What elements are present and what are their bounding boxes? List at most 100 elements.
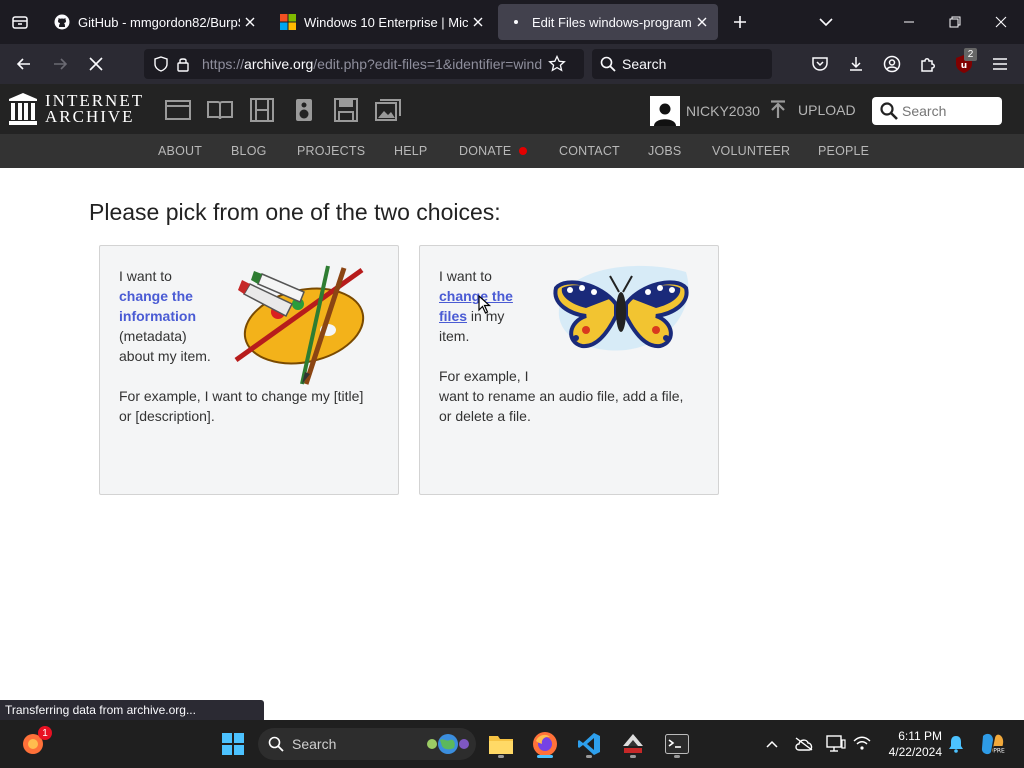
nav-donate[interactable]: DONATE (459, 144, 528, 158)
close-window-button[interactable] (978, 0, 1024, 44)
nav-contact[interactable]: CONTACT (559, 144, 620, 158)
search-placeholder: Search (622, 56, 667, 72)
shield-icon[interactable] (150, 53, 172, 75)
firefox-icon (533, 732, 557, 756)
tab-microsoft[interactable]: Windows 10 Enterprise | Microsoft (270, 4, 494, 40)
change-files-link[interactable]: change the (439, 288, 513, 304)
logo-text: INTERNET ARCHIVE (45, 92, 144, 125)
choice-card-files[interactable]: I want to change the files in my item. F… (419, 245, 719, 495)
monitor-icon (826, 735, 846, 752)
clock-time: 6:11 PM (898, 729, 942, 743)
copilot-button[interactable]: PRE (978, 732, 1006, 756)
lock-icon[interactable] (172, 53, 194, 75)
address-bar[interactable]: https://archive.org/edit.php?edit-files=… (144, 49, 584, 79)
audio-speaker-icon[interactable] (291, 98, 317, 122)
images-picture-icon[interactable] (375, 98, 401, 122)
display-tray-icon[interactable] (824, 732, 848, 756)
nav-people[interactable]: PEOPLE (818, 144, 869, 158)
forward-button[interactable] (46, 50, 74, 78)
system-clock[interactable]: 6:11 PM 4/22/2024 (880, 728, 942, 760)
ublock-extension-button[interactable]: u 2 (950, 48, 978, 78)
show-hidden-icons-button[interactable] (760, 732, 784, 756)
back-button[interactable] (10, 50, 38, 78)
tabs-list-icon (12, 16, 28, 29)
extensions-button[interactable] (914, 50, 942, 78)
restore-button[interactable] (932, 0, 978, 44)
new-tab-button[interactable] (726, 10, 754, 34)
choice2-example3: or delete a file. (439, 408, 531, 424)
upload-button[interactable]: UPLOAD (768, 100, 856, 120)
nav-jobs[interactable]: JOBS (648, 144, 681, 158)
app-menu-button[interactable] (986, 50, 1014, 78)
nav-help[interactable]: HELP (394, 144, 427, 158)
plus-icon (734, 16, 746, 28)
tab-title: GitHub - mmgordon82/BurpSuite (78, 14, 240, 30)
search-icon (600, 56, 616, 72)
web-icon[interactable] (165, 98, 191, 122)
tab-github[interactable]: GitHub - mmgordon82/BurpSuite (44, 4, 266, 40)
user-menu[interactable]: NICKY2030 (650, 96, 760, 126)
taskbar-search[interactable]: Search (258, 728, 476, 760)
list-all-tabs-button[interactable] (812, 10, 840, 34)
close-tab-icon[interactable] (240, 12, 260, 32)
change-files-link-cont[interactable]: files (439, 308, 467, 324)
downloads-button[interactable] (842, 50, 870, 78)
stop-loading-button[interactable] (82, 50, 110, 78)
butterfly-icon (553, 265, 689, 351)
nav-projects[interactable]: PROJECTS (297, 144, 365, 158)
texts-book-icon[interactable] (207, 98, 233, 122)
close-tab-icon[interactable] (468, 12, 488, 32)
pocket-icon (812, 57, 828, 71)
start-button[interactable] (216, 728, 250, 760)
minimize-button[interactable] (886, 0, 932, 44)
microsoft-icon (280, 14, 296, 30)
internet-archive-logo[interactable]: INTERNET ARCHIVE (9, 92, 144, 125)
chevron-down-icon (819, 18, 833, 27)
url-text[interactable]: https://archive.org/edit.php?edit-files=… (202, 56, 542, 72)
network-volume-tray[interactable] (850, 732, 874, 756)
running-indicator (630, 755, 636, 758)
notification-center-button[interactable] (944, 732, 968, 756)
nav-about[interactable]: ABOUT (158, 144, 202, 158)
choice2-intro: I want to (439, 268, 492, 284)
video-film-icon[interactable] (249, 98, 275, 122)
minimize-icon (904, 21, 914, 23)
onedrive-tray-icon[interactable] (792, 732, 816, 756)
account-button[interactable] (878, 50, 906, 78)
choice2-example1: For example, I (439, 368, 529, 384)
choice1-example1: For example, I want to change my [title] (119, 388, 364, 404)
vscode-icon (578, 733, 600, 755)
running-indicator (674, 755, 680, 758)
change-information-link-cont[interactable]: information (119, 308, 196, 324)
change-information-link[interactable]: change the (119, 288, 193, 304)
software-floppy-icon[interactable] (333, 98, 359, 122)
windows-logo-icon (222, 733, 244, 755)
bookmark-star-icon[interactable] (546, 53, 568, 75)
ia-search-input[interactable] (902, 103, 998, 119)
choice-card-metadata[interactable]: I want to change the information (metada… (99, 245, 399, 495)
nav-blog[interactable]: BLOG (231, 144, 267, 158)
mouse-cursor-icon (478, 295, 492, 314)
terminal-app[interactable] (660, 728, 694, 760)
weather-widget[interactable]: 1 (16, 726, 52, 760)
tab-list-button[interactable] (0, 0, 40, 44)
firefox-app[interactable] (528, 728, 562, 760)
loading-status: Transferring data from archive.org... (0, 700, 264, 720)
tab-edit-files[interactable]: Edit Files windows-program-archive (498, 4, 718, 40)
clock-date: 4/22/2024 (888, 745, 942, 759)
nav-volunteer[interactable]: VOLUNTEER (712, 144, 790, 158)
close-tab-icon[interactable] (692, 12, 712, 32)
inkscape-app[interactable] (616, 728, 650, 760)
svg-text:u: u (961, 61, 967, 71)
chevron-up-icon (766, 740, 778, 748)
vscode-app[interactable] (572, 728, 606, 760)
pocket-button[interactable] (806, 50, 834, 78)
avatar (650, 96, 680, 126)
browser-search-bar[interactable]: Search (592, 49, 772, 79)
arrow-left-icon (16, 58, 30, 70)
choice1-link-line2-wrap: information (119, 306, 196, 326)
bell-icon (949, 736, 963, 753)
taskbar-search-label: Search (292, 736, 337, 752)
ia-search-box[interactable] (872, 97, 1002, 125)
file-explorer-app[interactable] (484, 728, 518, 760)
